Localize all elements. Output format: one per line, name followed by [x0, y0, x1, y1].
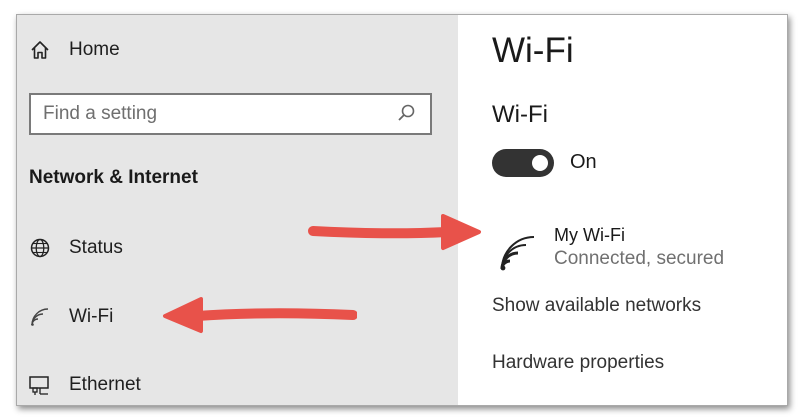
wifi-signal-icon: [496, 231, 538, 273]
network-status: Connected, secured: [554, 248, 725, 269]
show-available-networks-link[interactable]: Show available networks: [492, 295, 701, 317]
sidebar-item-label: Wi-Fi: [69, 306, 114, 327]
sidebar-item-ethernet[interactable]: Ethernet: [27, 365, 141, 405]
sidebar-item-label: Status: [69, 237, 123, 258]
section-title: Network & Internet: [29, 167, 198, 188]
search-icon[interactable]: [394, 102, 418, 126]
sidebar: Home Network & Internet: [17, 15, 458, 405]
wifi-heading: Wi-Fi: [492, 101, 548, 128]
globe-icon: [27, 235, 53, 261]
search-box[interactable]: [29, 93, 432, 135]
wifi-toggle[interactable]: [492, 149, 554, 177]
sidebar-item-label: Home: [69, 39, 120, 60]
network-item[interactable]: My Wi-Fi Connected, secured: [496, 225, 724, 273]
settings-window: Home Network & Internet: [16, 14, 788, 406]
content-panel: Wi-Fi Wi-Fi On My Wi-Fi Connected, secur…: [458, 15, 787, 405]
hardware-properties-link[interactable]: Hardware properties: [492, 352, 664, 374]
toggle-state-label: On: [570, 151, 597, 173]
search-input[interactable]: [31, 102, 394, 126]
toggle-knob: [532, 155, 548, 171]
sidebar-item-label: Ethernet: [69, 374, 141, 395]
wifi-icon: [27, 304, 53, 330]
page-title: Wi-Fi: [492, 31, 574, 70]
network-name: My Wi-Fi: [554, 225, 625, 245]
sidebar-item-home[interactable]: Home: [27, 30, 120, 70]
ethernet-icon: [27, 372, 53, 398]
sidebar-item-status[interactable]: Status: [27, 228, 123, 268]
left-arrow-annotation: [163, 297, 357, 333]
sidebar-item-wifi[interactable]: Wi-Fi: [27, 297, 113, 337]
home-icon: [27, 37, 53, 63]
